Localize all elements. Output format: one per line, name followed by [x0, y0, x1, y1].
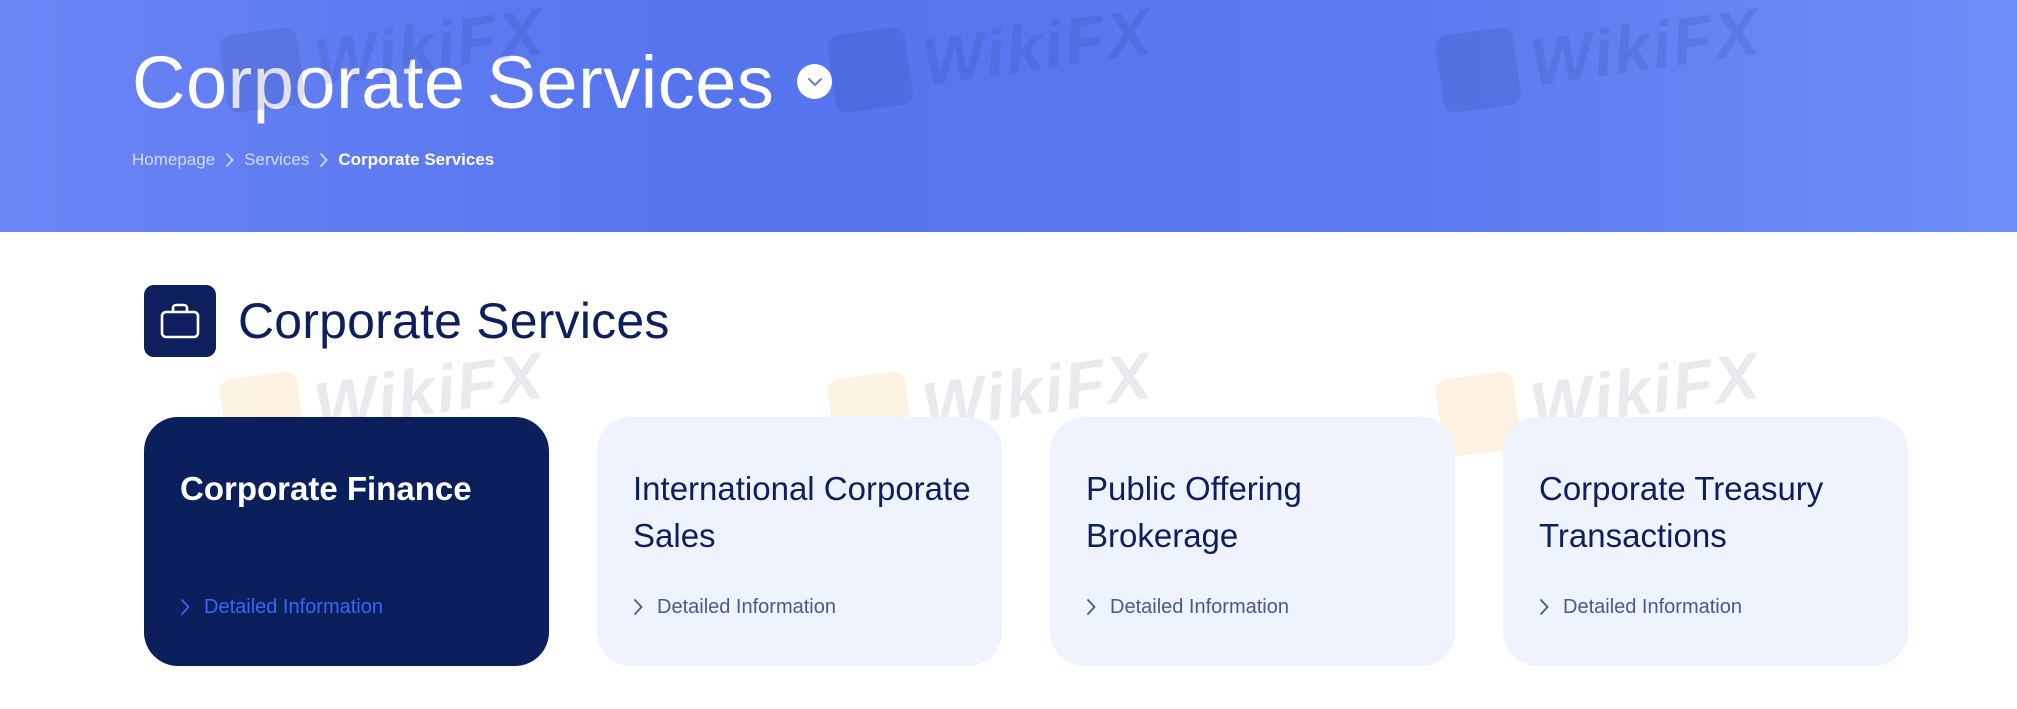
breadcrumb-services[interactable]: Services	[244, 150, 309, 170]
chevron-right-icon	[319, 152, 328, 168]
card-title: Public Offering Brokerage	[1086, 470, 1302, 554]
service-card-international-corporate-sales[interactable]: International Corporate Sales Detailed I…	[597, 417, 1002, 666]
hero-title: Corporate Services	[132, 41, 775, 124]
card-title: Corporate Finance	[180, 470, 472, 507]
detailed-information-link[interactable]: Detailed Information	[180, 593, 383, 621]
section-title: Corporate Services	[238, 293, 670, 349]
breadcrumb-homepage[interactable]: Homepage	[132, 150, 215, 170]
card-title: Corporate Treasury Transactions	[1539, 470, 1824, 554]
watermark: WikiFX	[826, 0, 1158, 115]
detailed-information-link[interactable]: Detailed Information	[1539, 593, 1742, 621]
chevron-right-icon	[633, 598, 643, 616]
service-card-public-offering-brokerage[interactable]: Public Offering Brokerage Detailed Infor…	[1050, 417, 1455, 666]
card-link-label: Detailed Information	[1110, 595, 1289, 618]
chevron-right-icon	[1539, 598, 1549, 616]
chevron-right-icon	[180, 598, 190, 616]
card-link-label: Detailed Information	[204, 595, 383, 618]
card-link-label: Detailed Information	[657, 595, 836, 618]
breadcrumb: Homepage Services Corporate Services	[132, 148, 494, 172]
briefcase-icon	[144, 285, 216, 357]
watermark-text: WikiFX	[917, 0, 1158, 100]
card-link-label: Detailed Information	[1563, 595, 1742, 618]
service-cards: Corporate Finance Detailed Information I…	[144, 417, 1908, 666]
detailed-information-link[interactable]: Detailed Information	[1086, 593, 1289, 621]
chevron-right-icon	[225, 152, 234, 168]
detailed-information-link[interactable]: Detailed Information	[633, 593, 836, 621]
wikifx-logo-icon	[1434, 26, 1523, 115]
breadcrumb-current: Corporate Services	[338, 150, 495, 169]
watermark: WikiFX	[1434, 0, 1766, 115]
section-header: Corporate Services	[144, 284, 670, 358]
watermark-text: WikiFX	[1525, 0, 1766, 100]
service-card-corporate-treasury-transactions[interactable]: Corporate Treasury Transactions Detailed…	[1503, 417, 1908, 666]
chevron-right-icon	[1086, 598, 1096, 616]
page-hero: Corporate Services Homepage Services Cor…	[0, 0, 2017, 232]
card-title: International Corporate Sales	[633, 470, 971, 554]
wikifx-logo-icon	[826, 26, 915, 115]
hero-dropdown-button[interactable]	[797, 64, 832, 99]
chevron-down-icon	[807, 77, 822, 86]
service-card-corporate-finance[interactable]: Corporate Finance Detailed Information	[144, 417, 549, 666]
